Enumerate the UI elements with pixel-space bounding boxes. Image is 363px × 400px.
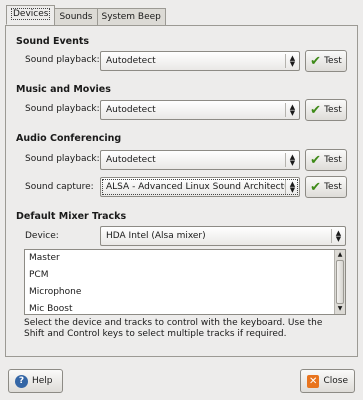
updown-arrows-icon: ▲ ▼ bbox=[289, 54, 296, 68]
close-button[interactable]: ✕ Close bbox=[300, 369, 355, 393]
device-label: Device: bbox=[25, 231, 59, 241]
music-movies-playback-label: Sound playback: bbox=[25, 104, 100, 114]
updown-arrows-icon: ▲ ▼ bbox=[289, 103, 296, 117]
audio-conferencing-title: Audio Conferencing bbox=[16, 133, 122, 144]
test-button-label: Test bbox=[324, 105, 342, 115]
track-items: Master PCM Microphone Mic Boost bbox=[25, 250, 334, 314]
combo-value: Autodetect bbox=[106, 155, 156, 165]
updown-arrows-icon: ▲ ▼ bbox=[289, 180, 296, 194]
scroll-up-icon[interactable]: ▲ bbox=[335, 250, 345, 260]
mixer-tracks-title: Default Mixer Tracks bbox=[16, 211, 127, 222]
sound-events-playback-label: Sound playback: bbox=[25, 55, 100, 65]
tab-sounds[interactable]: Sounds bbox=[54, 8, 98, 25]
music-movies-playback-combo[interactable]: Autodetect ▲ ▼ bbox=[100, 100, 300, 120]
close-icon: ✕ bbox=[307, 374, 320, 388]
audio-conf-playback-test-button[interactable]: ✔ Test bbox=[305, 149, 347, 171]
sound-events-title: Sound Events bbox=[16, 36, 90, 47]
sound-events-playback-combo[interactable]: Autodetect ▲ ▼ bbox=[100, 51, 300, 71]
tab-bar: Devices Sounds System Beep bbox=[6, 5, 166, 25]
music-movies-title: Music and Movies bbox=[16, 84, 111, 95]
help-button[interactable]: ? Help bbox=[8, 369, 63, 393]
updown-arrows-icon: ▲ ▼ bbox=[289, 153, 296, 167]
audio-conf-playback-label: Sound playback: bbox=[25, 154, 100, 164]
help-button-label: Help bbox=[32, 376, 53, 386]
help-icon: ? bbox=[15, 374, 28, 388]
list-item[interactable]: Master bbox=[25, 250, 334, 267]
list-scrollbar[interactable]: ▲ ▼ bbox=[334, 250, 345, 314]
combo-value: Autodetect bbox=[106, 56, 156, 66]
scrollbar-thumb[interactable] bbox=[336, 260, 344, 304]
tab-devices[interactable]: Devices bbox=[6, 5, 56, 25]
checkmark-icon: ✔ bbox=[310, 179, 322, 195]
close-button-label: Close bbox=[323, 376, 348, 386]
list-item[interactable]: PCM bbox=[25, 267, 334, 284]
updown-arrows-icon: ▲ ▼ bbox=[335, 229, 342, 243]
audio-conf-capture-test-button[interactable]: ✔ Test bbox=[305, 176, 347, 198]
checkmark-icon: ✔ bbox=[310, 102, 322, 118]
combo-value: Autodetect bbox=[106, 105, 156, 115]
test-button-label: Test bbox=[324, 56, 342, 66]
combo-value: ALSA - Advanced Linux Sound Architecture bbox=[106, 182, 285, 192]
combo-value: HDA Intel (Alsa mixer) bbox=[106, 231, 206, 241]
audio-conf-playback-combo[interactable]: Autodetect ▲ ▼ bbox=[100, 150, 300, 170]
audio-conf-capture-combo[interactable]: ALSA - Advanced Linux Sound Architecture… bbox=[100, 177, 300, 197]
audio-conf-capture-label: Sound capture: bbox=[25, 182, 94, 192]
checkmark-icon: ✔ bbox=[310, 53, 322, 69]
mixer-device-combo[interactable]: HDA Intel (Alsa mixer) ▲ ▼ bbox=[100, 226, 346, 246]
music-movies-test-button[interactable]: ✔ Test bbox=[305, 99, 347, 121]
checkmark-icon: ✔ bbox=[310, 152, 322, 168]
test-button-label: Test bbox=[324, 155, 342, 165]
mixer-hint-text: Select the device and tracks to control … bbox=[24, 318, 323, 339]
mixer-tracks-list[interactable]: Master PCM Microphone Mic Boost ▲ ▼ bbox=[24, 249, 346, 315]
list-item[interactable]: Microphone bbox=[25, 284, 334, 301]
scroll-down-icon[interactable]: ▼ bbox=[335, 304, 345, 314]
list-item[interactable]: Mic Boost bbox=[25, 301, 334, 314]
tab-system-beep[interactable]: System Beep bbox=[96, 8, 166, 25]
sound-events-test-button[interactable]: ✔ Test bbox=[305, 50, 347, 72]
test-button-label: Test bbox=[324, 182, 342, 192]
